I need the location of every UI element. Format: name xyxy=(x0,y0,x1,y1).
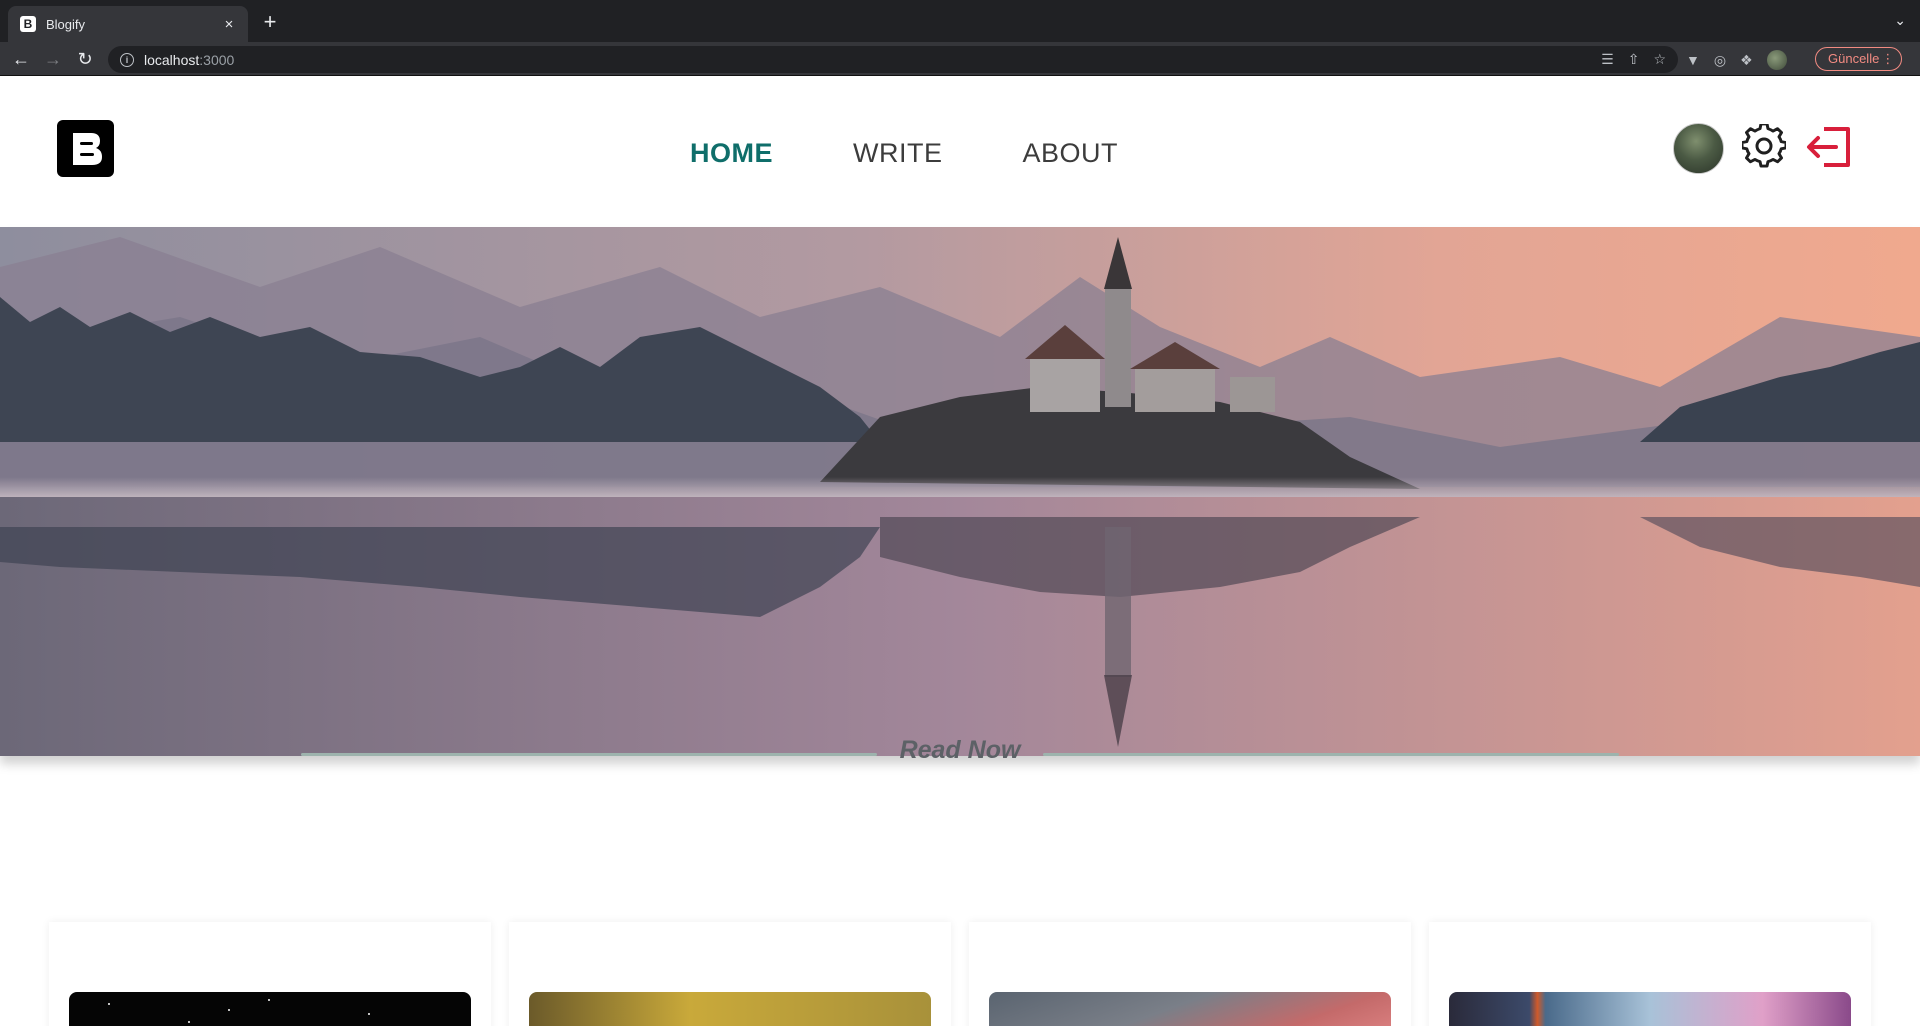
post-card-image[interactable] xyxy=(1449,992,1851,1026)
browser-tab-bar: B Blogify × + ⌄ xyxy=(0,0,1920,42)
blogger-logo-icon[interactable] xyxy=(57,120,114,177)
reload-icon[interactable]: ↻ xyxy=(73,48,97,70)
post-card-image[interactable] xyxy=(69,992,471,1026)
post-card[interactable] xyxy=(969,922,1411,1026)
url-port: :3000 xyxy=(199,51,235,68)
site-info-icon[interactable]: i xyxy=(120,52,134,67)
read-now-divider-left xyxy=(301,753,877,756)
forward-arrow-icon[interactable]: → xyxy=(41,48,65,70)
tab-search-chevron-icon[interactable]: ⌄ xyxy=(1894,12,1906,29)
update-button[interactable]: Güncelle ⋮ xyxy=(1815,47,1903,71)
translate-icon[interactable]: ☰ xyxy=(1601,51,1614,68)
update-button-label: Güncelle xyxy=(1828,51,1880,66)
browser-tab[interactable]: B Blogify × xyxy=(8,6,248,42)
back-arrow-icon[interactable]: ← xyxy=(9,48,33,70)
settings-gear-icon[interactable] xyxy=(1742,124,1786,168)
hero-image xyxy=(0,227,1920,756)
tab-close-icon[interactable]: × xyxy=(220,16,238,33)
post-card[interactable] xyxy=(49,922,491,1026)
nav-home[interactable]: HOME xyxy=(690,138,773,169)
browser-toolbar: ← → ↻ i localhost:3000 ☰ ⇧ ☆ ▼ ◎ ❖ Günce… xyxy=(0,42,1920,76)
main-nav: HOME WRITE ABOUT xyxy=(690,138,1118,169)
page: HOME WRITE ABOUT Read Now xyxy=(0,76,1920,1026)
read-now-divider-right xyxy=(1043,753,1619,756)
extensions-puzzle-icon[interactable]: ❖ xyxy=(1740,52,1753,69)
site-header: HOME WRITE ABOUT xyxy=(0,76,1920,227)
address-bar[interactable]: i localhost:3000 ☰ ⇧ ☆ xyxy=(108,46,1678,73)
logout-icon[interactable] xyxy=(1806,125,1852,169)
bookmark-star-icon[interactable]: ☆ xyxy=(1653,51,1666,68)
share-icon[interactable]: ⇧ xyxy=(1628,51,1640,68)
tab-title: Blogify xyxy=(46,16,86,32)
section-title: Read Now xyxy=(899,736,1021,764)
new-tab-button[interactable]: + xyxy=(258,10,282,34)
tab-favicon-icon: B xyxy=(20,16,36,32)
vuejs-devtools-icon[interactable]: ▼ xyxy=(1686,52,1700,68)
more-menu-icon[interactable]: ⋮ xyxy=(1881,48,1894,70)
user-avatar[interactable] xyxy=(1673,123,1724,174)
post-card[interactable] xyxy=(509,922,951,1026)
post-card-image[interactable] xyxy=(529,992,931,1026)
profile-avatar-icon[interactable] xyxy=(1766,50,1787,70)
post-card[interactable] xyxy=(1429,922,1871,1026)
nav-write[interactable]: WRITE xyxy=(853,138,943,169)
nav-about[interactable]: ABOUT xyxy=(1023,138,1119,169)
url-host: localhost xyxy=(144,51,200,68)
post-card-image[interactable] xyxy=(989,992,1391,1026)
extension-target-icon[interactable]: ◎ xyxy=(1714,52,1726,69)
